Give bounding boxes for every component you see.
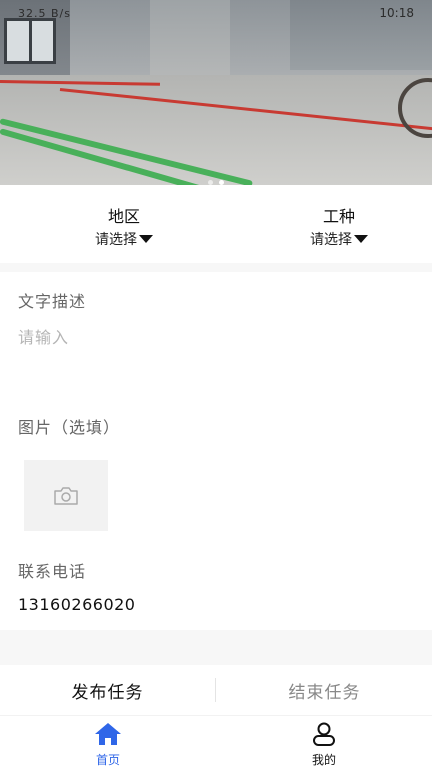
action-bar: 发布任务 结束任务	[0, 665, 432, 715]
trade-select-label: 请选择	[310, 232, 352, 248]
phone-label: 联系电话	[18, 562, 87, 581]
trade-filter[interactable]: 工种 请选择	[259, 203, 419, 249]
tab-mine[interactable]: 我的	[284, 722, 364, 768]
region-filter[interactable]: 地区 请选择	[44, 203, 204, 249]
home-icon	[95, 723, 121, 745]
banner-carousel[interactable]: 32.5 B/s 10:18	[0, 0, 432, 185]
filter-row: 地区 请选择 工种 请选择	[0, 185, 432, 263]
section-divider	[0, 263, 432, 272]
status-clock: 10:18	[379, 6, 414, 20]
region-filter-value[interactable]: 请选择	[95, 229, 153, 249]
status-bar: 32.5 B/s 10:18	[0, 0, 432, 26]
section-divider	[0, 630, 432, 665]
images-label: 图片（选填）	[18, 418, 121, 437]
carousel-dots	[0, 170, 432, 185]
tab-home[interactable]: 首页	[68, 722, 148, 768]
caret-down-icon	[354, 235, 368, 243]
description-label: 文字描述	[18, 292, 87, 311]
action-divider	[215, 678, 216, 702]
trade-filter-title: 工种	[322, 207, 355, 226]
tab-mine-label: 我的	[311, 753, 336, 767]
camera-icon	[54, 486, 78, 505]
user-icon	[313, 722, 335, 746]
bottom-tab-bar: 首页 我的	[0, 715, 432, 769]
caret-down-icon	[139, 235, 153, 243]
status-network-speed: 32.5 B/s	[18, 7, 71, 20]
trade-filter-value[interactable]: 请选择	[310, 229, 368, 249]
publish-task-button[interactable]: 发布任务	[0, 665, 215, 715]
phone-input[interactable]: 13160266020	[18, 595, 135, 614]
region-select-label: 请选择	[95, 232, 137, 248]
description-input[interactable]: 请输入	[18, 324, 69, 348]
end-task-button[interactable]: 结束任务	[217, 665, 432, 715]
region-filter-title: 地区	[107, 207, 140, 226]
task-form: 文字描述 请输入 图片（选填） 联系电话 13160266020	[0, 272, 432, 630]
add-photo-button[interactable]	[24, 460, 108, 531]
tab-home-label: 首页	[95, 753, 120, 767]
